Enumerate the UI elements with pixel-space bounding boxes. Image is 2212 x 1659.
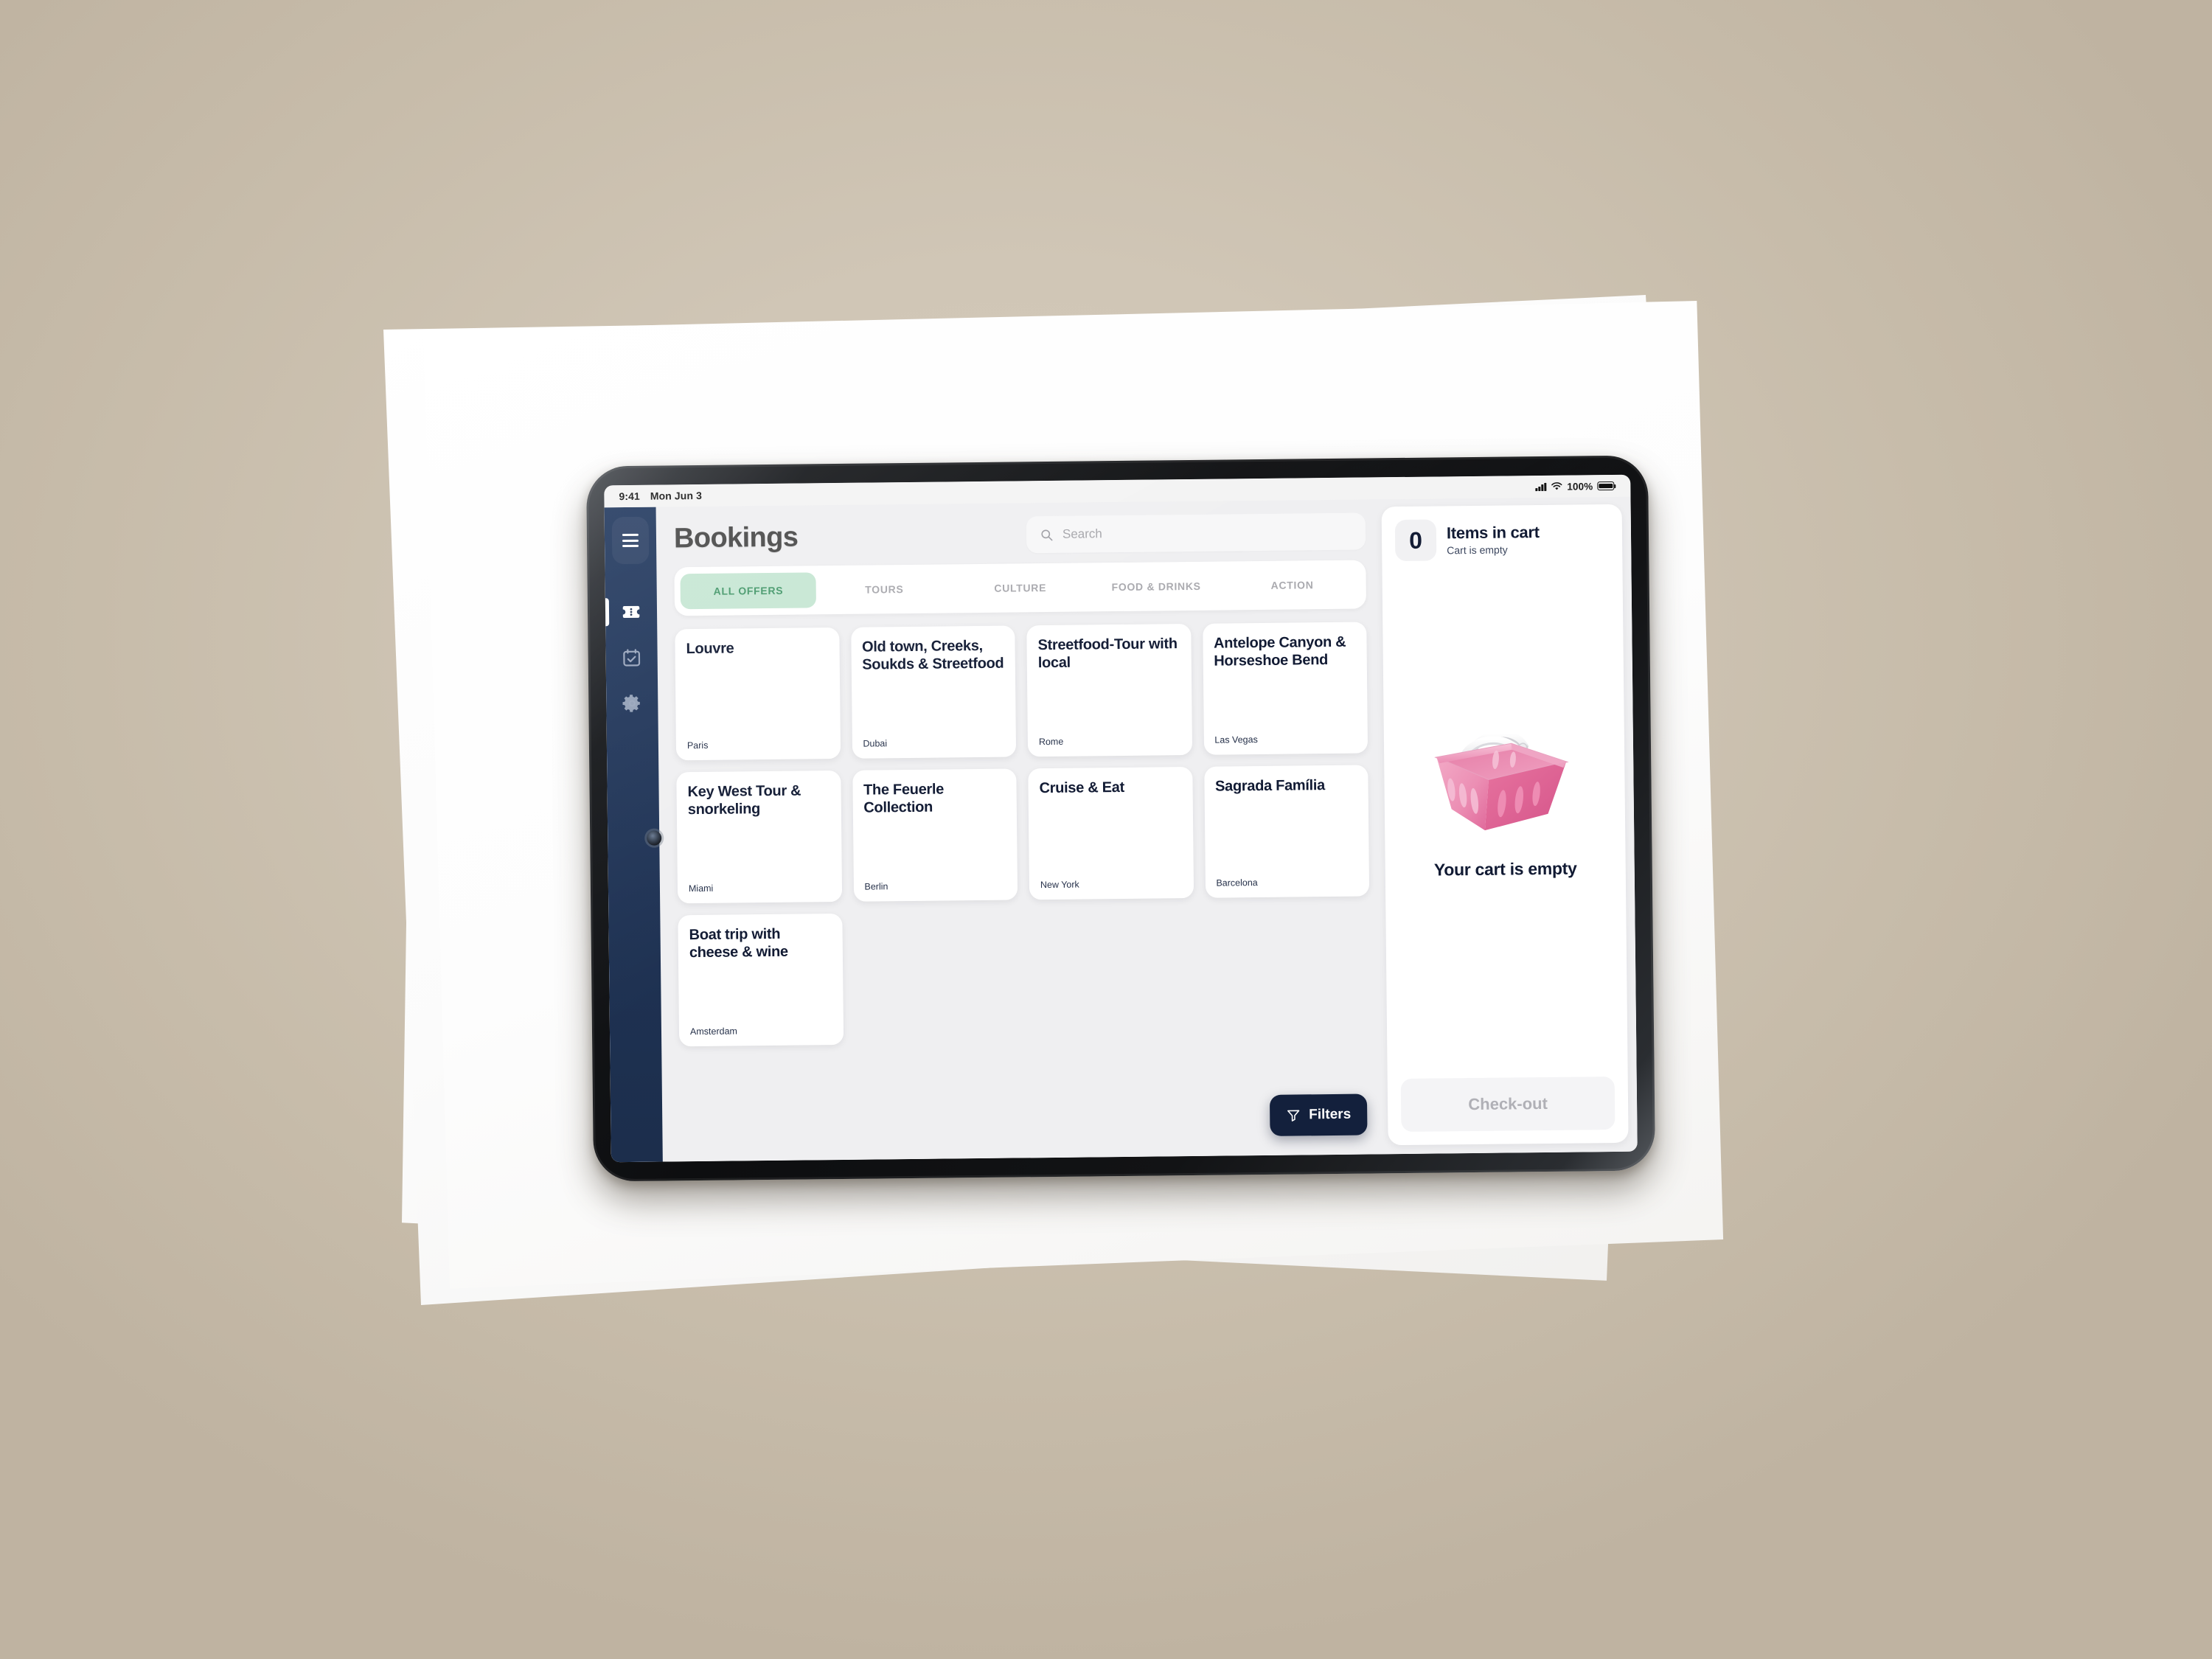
offers-column: Bookings Search ALL OFFERS TOURS CULTURE…: [656, 499, 1388, 1161]
gear-icon: [622, 695, 640, 712]
cellular-signal-icon: [1535, 482, 1547, 491]
offer-card[interactable]: Antelope Canyon & Horseshoe Bend Las Veg…: [1202, 622, 1368, 755]
cart-subtitle: Cart is empty: [1447, 543, 1508, 557]
hamburger-icon: [622, 534, 639, 547]
offer-card[interactable]: The Feuerle Collection Berlin: [852, 768, 1018, 902]
offer-title: Sagrada Família: [1214, 777, 1326, 795]
filters-label: Filters: [1309, 1106, 1352, 1123]
checkout-button[interactable]: Check-out: [1400, 1077, 1615, 1133]
offer-title: Streetfood-Tour with local: [1037, 636, 1178, 671]
search-icon: [1041, 529, 1053, 540]
calendar-check-icon: [623, 649, 641, 667]
main-area: Bookings Search ALL OFFERS TOURS CULTURE…: [655, 496, 1638, 1162]
status-indicators: 100%: [1535, 480, 1615, 493]
tab-tours[interactable]: TOURS: [816, 571, 953, 608]
offer-card[interactable]: Old town, Creeks, Soukds & Streetfood Du…: [850, 625, 1017, 759]
tablet-screen: 9:41 Mon Jun 3 100% Bookings Search ALL …: [604, 474, 1638, 1163]
battery-icon: [1597, 481, 1615, 490]
cart-header-text: Items in cart Cart is empty: [1447, 523, 1540, 556]
offer-title: Antelope Canyon & Horseshoe Bend: [1213, 633, 1346, 669]
status-date: Mon Jun 3: [650, 489, 703, 502]
offer-card[interactable]: Key West Tour & snorkeling Miami: [676, 770, 842, 904]
offers-grid-area: Louvre Paris Old town, Creeks, Soukds & …: [657, 608, 1388, 1161]
offers-grid: Louvre Paris Old town, Creeks, Soukds & …: [675, 622, 1371, 1047]
offer-city: Las Vegas: [1214, 734, 1258, 745]
category-tabs: ALL OFFERS TOURS CULTURE FOOD & DRINKS A…: [674, 560, 1367, 616]
offer-card[interactable]: Louvre Paris: [675, 627, 841, 761]
status-time: 9:41: [619, 490, 640, 503]
offer-title: Louvre: [686, 640, 734, 658]
page-title: Bookings: [673, 521, 799, 554]
tab-food-and-drinks[interactable]: FOOD & DRINKS: [1088, 568, 1225, 605]
offer-title: The Feuerle Collection: [863, 781, 945, 816]
offer-city: Berlin: [864, 881, 888, 892]
cart-title: Items in cart: [1446, 523, 1540, 543]
search-input[interactable]: Search: [1062, 526, 1102, 542]
front-camera: [647, 830, 662, 846]
offer-city: Rome: [1038, 736, 1064, 748]
cart-header: 0 Items in cart Cart is empty: [1394, 518, 1610, 562]
offer-title: Key West Tour & snorkeling: [687, 782, 801, 818]
sidebar-item-tickets[interactable]: [605, 589, 658, 636]
offer-card[interactable]: Sagrada Família Barcelona: [1203, 765, 1370, 898]
top-bar: Bookings Search: [656, 499, 1382, 567]
offer-card[interactable]: Cruise & Eat New York: [1028, 766, 1194, 900]
cart-count-badge: 0: [1394, 519, 1437, 562]
sidebar-item-settings[interactable]: [606, 681, 658, 727]
offer-title: Boat trip with cheese & wine: [689, 925, 788, 961]
cart-empty-state: Your cart is empty: [1395, 559, 1614, 1079]
tab-all-offers[interactable]: ALL OFFERS: [680, 572, 817, 610]
app-body: Bookings Search ALL OFFERS TOURS CULTURE…: [604, 496, 1638, 1163]
battery-percent: 100%: [1567, 480, 1593, 493]
cart-empty-message: Your cart is empty: [1433, 858, 1577, 880]
offer-city: New York: [1040, 879, 1079, 891]
ticket-icon: [622, 605, 640, 619]
tab-culture[interactable]: CULTURE: [952, 569, 1088, 606]
tab-action[interactable]: ACTION: [1224, 567, 1360, 604]
offer-city: Amsterdam: [689, 1026, 737, 1037]
offer-card[interactable]: Boat trip with cheese & wine Amsterdam: [678, 913, 844, 1047]
offer-city: Miami: [688, 883, 714, 894]
shopping-basket-illustration: [1434, 730, 1569, 830]
cart-panel: 0 Items in cart Cart is empty Your cart …: [1381, 504, 1629, 1146]
offer-city: Dubai: [863, 738, 888, 749]
search-bar[interactable]: Search: [1026, 512, 1366, 554]
wifi-icon: [1551, 482, 1562, 490]
offer-city: Paris: [686, 740, 709, 751]
funnel-icon: [1287, 1110, 1300, 1121]
offer-title: Cruise & Eat: [1039, 779, 1125, 797]
offer-card[interactable]: Streetfood-Tour with local Rome: [1026, 623, 1192, 757]
sidebar-item-menu[interactable]: [611, 516, 650, 565]
filters-button[interactable]: Filters: [1269, 1093, 1368, 1136]
offer-city: Barcelona: [1216, 877, 1258, 888]
tablet-device: 9:41 Mon Jun 3 100% Bookings Search ALL …: [585, 455, 1656, 1182]
offer-title: Old town, Creeks, Soukds & Streetfood: [861, 637, 1004, 673]
sidebar-item-calendar[interactable]: [605, 635, 658, 681]
